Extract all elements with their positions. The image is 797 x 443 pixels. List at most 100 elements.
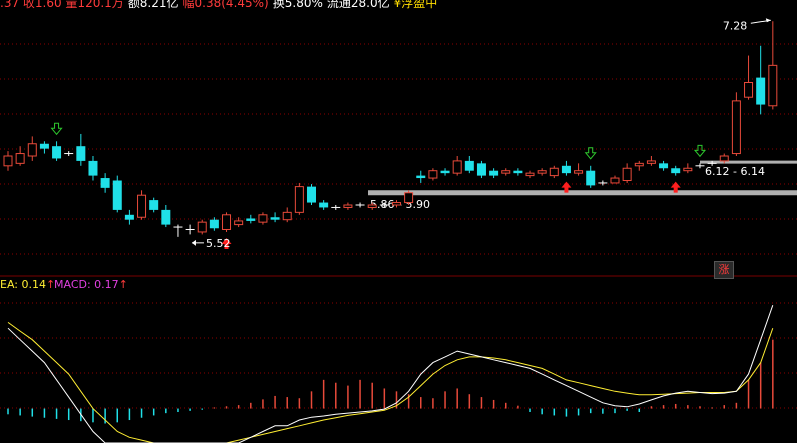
candle-body-up: [294, 186, 304, 213]
candle: [39, 141, 49, 154]
candle-body-down: [476, 163, 486, 176]
candle: [209, 217, 219, 231]
candle: [404, 190, 414, 205]
candle: [88, 156, 98, 181]
candle-body-down: [659, 163, 669, 169]
quote-header: .37 收1.60 量120.1万 额8.21亿 幅0.38(4.45%) 换5.80…: [0, 0, 441, 11]
candle-body-down: [149, 200, 159, 210]
candle-body-up: [549, 167, 559, 177]
candle-body-down: [161, 209, 171, 225]
candle-body-up: [719, 155, 729, 162]
candle: [525, 170, 535, 179]
candle-body-up: [574, 170, 584, 174]
candle-body-up: [537, 170, 547, 174]
candle-body-down: [586, 170, 596, 186]
candle: [440, 168, 450, 176]
candle-body-down: [88, 160, 98, 176]
candle-body-up: [525, 172, 535, 177]
candle: [731, 92, 741, 156]
candle: [137, 190, 147, 220]
candle-body-up: [367, 204, 377, 208]
candle-body-up: [391, 202, 401, 206]
candle: [610, 175, 620, 184]
candle: [282, 207, 292, 223]
candle-body-up: [15, 153, 25, 164]
candle: [598, 180, 608, 186]
candle: [185, 224, 195, 235]
candle: [574, 163, 584, 176]
candle: [331, 205, 341, 210]
macd-histogram: [7, 339, 774, 424]
candle-body-up: [3, 155, 13, 167]
candle: [343, 202, 353, 210]
dea-line: [7, 321, 774, 443]
candle: [501, 168, 511, 176]
candle: [270, 212, 280, 223]
candle-body-up: [27, 143, 37, 157]
candle-body-down: [124, 214, 134, 220]
candle-body-up: [768, 64, 778, 107]
header-item: 流通28.0亿: [326, 0, 390, 10]
support-label: 6.12 - 6.14: [705, 165, 765, 178]
sell-arrow-icon: [50, 122, 63, 136]
candle: [27, 136, 37, 161]
sell-arrow-icon: [693, 144, 707, 158]
candle: [744, 55, 754, 100]
candle-body-down: [307, 186, 316, 203]
candle: [76, 133, 86, 166]
candle-body-down: [756, 77, 766, 105]
candle-body-up: [731, 100, 741, 155]
candle: [561, 160, 571, 176]
sell-arrow-icon: [584, 147, 597, 160]
candle-body-up: [137, 194, 147, 218]
candle: [756, 45, 766, 115]
rise-badge[interactable]: 涨: [714, 261, 734, 279]
candle-body-up: [683, 167, 693, 172]
candle-body-up: [744, 82, 754, 98]
candle: [537, 168, 547, 176]
candle: [173, 224, 183, 237]
header-item: 幅0.38(4.45%): [182, 0, 269, 10]
candle: [112, 175, 122, 213]
candle-body-up: [404, 192, 414, 204]
macd-readout: MACD: 0.17↑: [54, 278, 128, 291]
candle-body-down: [100, 178, 110, 188]
candle: [161, 205, 171, 228]
candle: [768, 21, 778, 110]
candle-body-down: [246, 218, 256, 221]
candle: [3, 151, 13, 171]
candle: [197, 219, 207, 235]
header-item: .37 收1.60 量120.1万: [0, 0, 124, 10]
candle: [15, 146, 25, 166]
macd-value: MACD: 0.17: [54, 278, 119, 291]
candle-body-down: [464, 160, 474, 171]
dea-value: EA: 0.14: [0, 278, 46, 291]
candle: [222, 212, 232, 232]
candle: [671, 165, 681, 176]
candle-body-down: [76, 146, 86, 161]
candle-body-down: [39, 143, 49, 149]
candle-body-down: [489, 170, 499, 176]
candle: [307, 184, 316, 205]
candle: [489, 168, 499, 179]
header-item: 额8.21亿: [127, 0, 179, 10]
candle-body-down: [319, 202, 329, 208]
candle-body-up: [222, 214, 232, 231]
support-zones: 5.86 - 5.906.12 - 6.14: [368, 160, 797, 211]
candle: [258, 212, 268, 225]
candle-body-up: [610, 177, 620, 184]
candle: [64, 151, 74, 156]
candle: [319, 200, 329, 210]
candle: [294, 182, 304, 215]
stock-chart: 5.86 - 5.906.12 - 6.14 7.28 5.52: [0, 18, 797, 443]
candle-body-up: [646, 160, 656, 164]
high-pointer-head: [765, 18, 771, 23]
price-annotations: 7.28 5.52: [191, 18, 771, 250]
candle-body-up: [258, 214, 268, 223]
candle-body-down: [561, 165, 571, 174]
dif-line: [7, 305, 774, 443]
candle-body-up: [622, 167, 632, 181]
candle: [234, 217, 244, 228]
candle-body-down: [513, 170, 523, 174]
candle-body-up: [282, 211, 292, 221]
